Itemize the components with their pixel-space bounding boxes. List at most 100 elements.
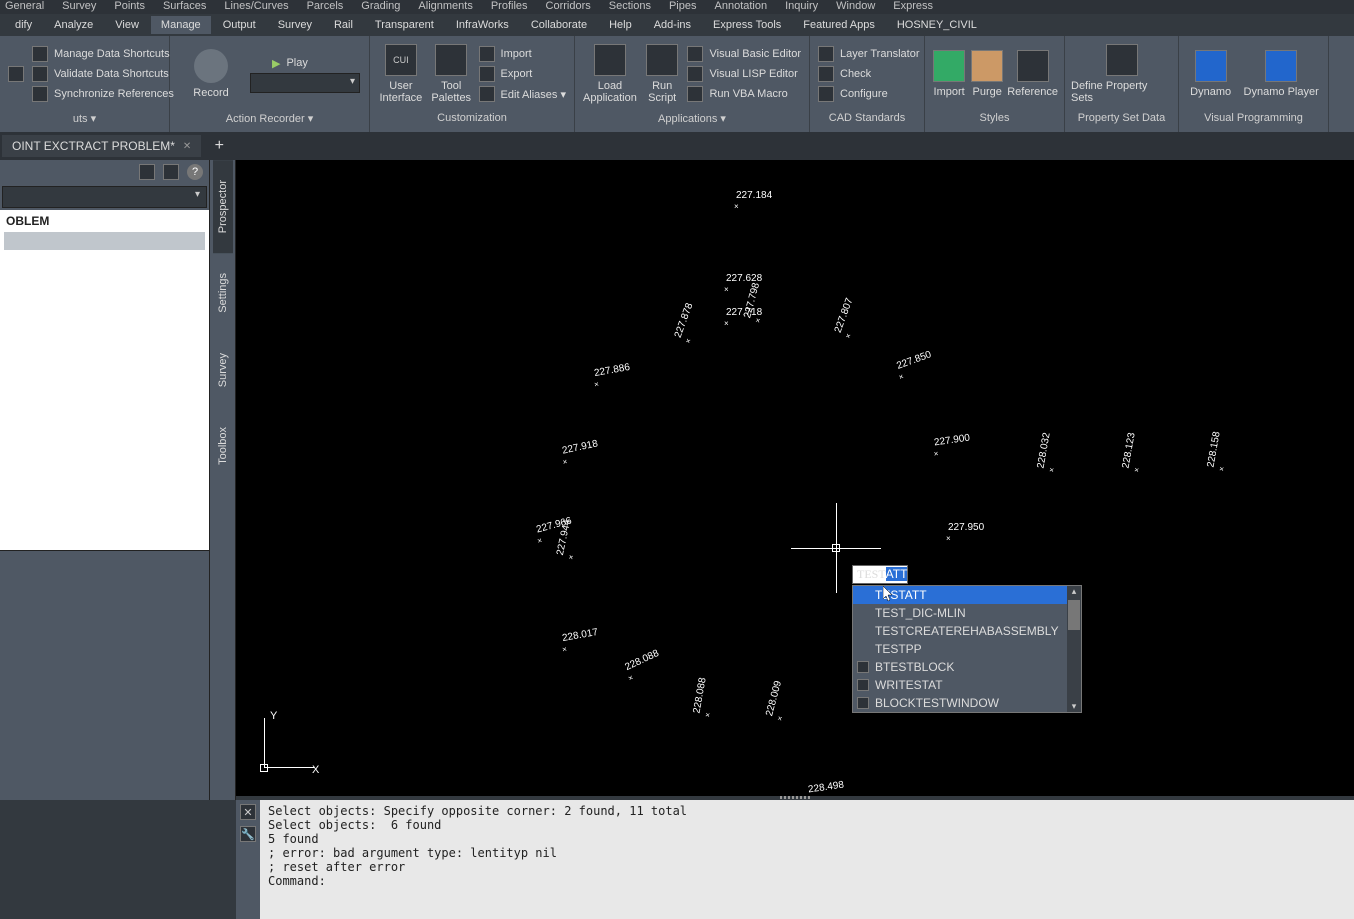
autocomplete-item[interactable]: WRITESTAT — [853, 676, 1081, 694]
record-button[interactable]: Record — [176, 49, 246, 99]
reference-button[interactable]: Reference — [1007, 50, 1058, 98]
menu-points[interactable]: Points — [114, 0, 145, 14]
data-shortcuts-dd[interactable] — [6, 65, 26, 83]
tab-transparent[interactable]: Transparent — [365, 16, 444, 34]
tab-dify[interactable]: dify — [5, 16, 42, 34]
app-visuallispeditor[interactable]: Visual LISP Editor — [685, 65, 803, 83]
tab-featuredapps[interactable]: Featured Apps — [793, 16, 885, 34]
autocomplete-item[interactable]: BLOCKTESTWINDOW — [853, 694, 1081, 712]
vtab-settings[interactable]: Settings — [213, 253, 233, 333]
point-label[interactable]: 228.158 — [1206, 431, 1223, 469]
autocomplete-item[interactable]: TESTCREATEREHABASSEMBLY — [853, 622, 1081, 640]
dynamic-input[interactable]: TESTATTTESTATTTEST_DIC-MLINTESTCREATEREH… — [852, 565, 908, 584]
user-interface-button[interactable]: CUIUser Interface — [376, 44, 426, 104]
resize-grip[interactable] — [236, 796, 1354, 800]
point-label[interactable]: 228.123 — [1121, 432, 1138, 470]
list-icon[interactable] — [163, 164, 179, 180]
help-icon[interactable]: ? — [187, 164, 203, 180]
define-property-sets-button[interactable]: Define Property Sets — [1071, 44, 1172, 104]
menu-sections[interactable]: Sections — [609, 0, 651, 14]
menu-survey[interactable]: Survey — [62, 0, 96, 14]
menu-annotation[interactable]: Annotation — [715, 0, 768, 14]
cad-configure[interactable]: Configure — [816, 85, 921, 103]
cust-import[interactable]: Import — [477, 45, 568, 63]
run-script-button[interactable]: Run Script — [643, 44, 682, 104]
play-button[interactable]: ▶Play — [270, 56, 310, 71]
drawing-canvas[interactable]: Y X 227.184227.628227.798227.718227.8782… — [236, 160, 1354, 800]
cad-layertranslator[interactable]: Layer Translator — [816, 45, 921, 63]
command-input[interactable]: TESTATT — [852, 565, 908, 584]
tab-view[interactable]: View — [105, 16, 149, 34]
point-label[interactable]: 228.088 — [623, 648, 660, 673]
autocomplete-item[interactable]: TESTPP — [853, 640, 1081, 658]
vtab-prospector[interactable]: Prospector — [213, 160, 233, 253]
menu-window[interactable]: Window — [836, 0, 875, 14]
point-label[interactable]: 227.918 — [561, 438, 599, 456]
autocomplete-item[interactable]: BTESTBLOCK — [853, 658, 1081, 676]
menu-parcels[interactable]: Parcels — [307, 0, 344, 14]
point-label[interactable]: 228.017 — [561, 627, 599, 644]
tree-root[interactable]: OBLEM — [0, 210, 209, 232]
scrollbar[interactable]: ▴▾ — [1067, 586, 1081, 712]
cust-editaliases[interactable]: Edit Aliases ▾ — [477, 85, 568, 103]
cad-check[interactable]: Check — [816, 65, 921, 83]
shortcut-validatedatashortcuts[interactable]: Validate Data Shortcuts — [30, 65, 176, 83]
tab-infraworks[interactable]: InfraWorks — [446, 16, 519, 34]
app-runvbamacro[interactable]: Run VBA Macro — [685, 85, 803, 103]
speech-icon[interactable] — [250, 55, 266, 71]
tab-output[interactable]: Output — [213, 16, 266, 34]
menu-profiles[interactable]: Profiles — [491, 0, 528, 14]
tree-selected-item[interactable] — [4, 232, 205, 250]
dynamo-player-button[interactable]: Dynamo Player — [1240, 50, 1322, 98]
cust-export[interactable]: Export — [477, 65, 568, 83]
view-dropdown[interactable] — [2, 186, 207, 208]
tab-help[interactable]: Help — [599, 16, 642, 34]
close-cmd-icon[interactable]: ✕ — [240, 804, 256, 820]
point-label[interactable]: 228.032 — [1036, 432, 1053, 470]
command-window[interactable]: ✕ 🔧 Select objects: Specify opposite cor… — [236, 800, 1354, 919]
point-label[interactable]: 227.807 — [833, 297, 856, 335]
menu-pipes[interactable]: Pipes — [669, 0, 697, 14]
point-label[interactable]: 228.088 — [692, 677, 709, 715]
document-tab[interactable]: OINT EXCTRACT PROBLEM* ✕ — [2, 135, 201, 157]
purge-button[interactable]: Purge — [971, 50, 1003, 98]
customize-cmd-icon[interactable]: 🔧 — [240, 826, 256, 842]
point-label[interactable]: 227.878 — [673, 302, 696, 340]
tab-analyze[interactable]: Analyze — [44, 16, 103, 34]
tab-addins[interactable]: Add-ins — [644, 16, 701, 34]
point-label[interactable]: 227.886 — [593, 362, 631, 379]
tab-hosneycivil[interactable]: HOSNEY_CIVIL — [887, 16, 987, 34]
vtab-survey[interactable]: Survey — [213, 333, 233, 407]
point-label[interactable]: 227.900 — [933, 433, 970, 449]
new-tab-button[interactable]: + — [209, 136, 229, 156]
point-label[interactable]: 227.718 — [726, 307, 762, 318]
tab-collaborate[interactable]: Collaborate — [521, 16, 597, 34]
prospector-tree[interactable]: OBLEM — [0, 210, 209, 550]
close-icon[interactable]: ✕ — [183, 141, 191, 152]
point-label[interactable]: 227.950 — [948, 522, 984, 533]
menu-surfaces[interactable]: Surfaces — [163, 0, 206, 14]
point-label[interactable]: 227.184 — [736, 190, 772, 201]
app-visualbasiceditor[interactable]: Visual Basic Editor — [685, 45, 803, 63]
point-label[interactable]: 228.009 — [764, 680, 784, 718]
menu-alignments[interactable]: Alignments — [418, 0, 472, 14]
menu-corridors[interactable]: Corridors — [546, 0, 591, 14]
macro-dropdown[interactable]: ▾ — [250, 73, 360, 93]
menu-inquiry[interactable]: Inquiry — [785, 0, 818, 14]
dynamo-button[interactable]: Dynamo — [1185, 50, 1236, 98]
point-label[interactable]: 228.498 — [807, 780, 844, 796]
tab-manage[interactable]: Manage — [151, 16, 211, 34]
shortcut-synchronizereferences[interactable]: Synchronize References — [30, 85, 176, 103]
import-style-button[interactable]: Import — [931, 50, 967, 98]
load-application-button[interactable]: Load Application — [581, 44, 639, 104]
tab-rail[interactable]: Rail — [324, 16, 363, 34]
menu-express[interactable]: Express — [893, 0, 933, 14]
tab-expresstools[interactable]: Express Tools — [703, 16, 791, 34]
shortcut-managedatashortcuts[interactable]: Manage Data Shortcuts — [30, 45, 176, 63]
menu-general[interactable]: General — [5, 0, 44, 14]
tree-icon[interactable] — [139, 164, 155, 180]
tab-survey[interactable]: Survey — [268, 16, 322, 34]
menu-linescurves[interactable]: Lines/Curves — [224, 0, 288, 14]
autocomplete-item[interactable]: TESTATT — [853, 586, 1081, 604]
autocomplete-item[interactable]: TEST_DIC-MLIN — [853, 604, 1081, 622]
